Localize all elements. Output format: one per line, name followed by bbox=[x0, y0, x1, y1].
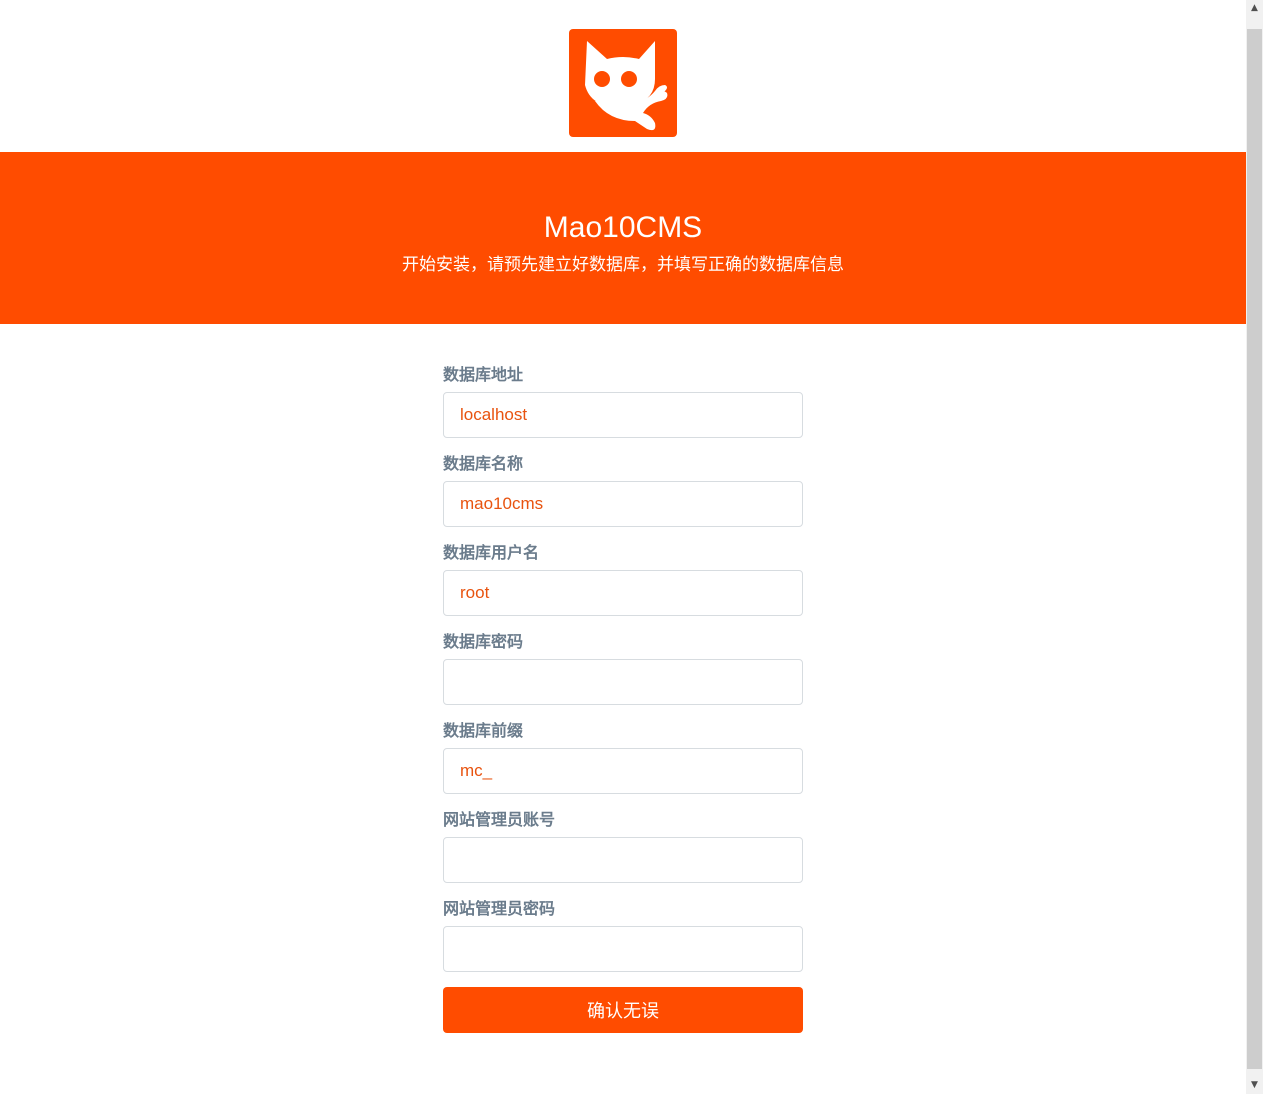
field-label: 网站管理员账号 bbox=[443, 810, 556, 829]
db-name-input[interactable] bbox=[443, 481, 803, 527]
confirm-button[interactable]: 确认无误 bbox=[443, 987, 803, 1033]
field-db-host: 数据库地址 bbox=[443, 362, 803, 451]
field-label: 数据库前缀 bbox=[443, 721, 524, 740]
page-content: Mao10CMS 开始安装，请预先建立好数据库，并填写正确的数据库信息 数据库地… bbox=[0, 0, 1246, 1094]
db-host-input[interactable] bbox=[443, 392, 803, 438]
field-label: 数据库地址 bbox=[443, 365, 524, 384]
db-prefix-input[interactable] bbox=[443, 748, 803, 794]
install-form: 数据库地址 数据库名称 数据库用户名 数据库密码 数据库前缀 网站管理员账号 bbox=[443, 362, 803, 1033]
admin-password-input[interactable] bbox=[443, 926, 803, 972]
scroll-down-arrow-icon[interactable]: ▼ bbox=[1246, 1077, 1263, 1094]
field-db-prefix: 数据库前缀 bbox=[443, 718, 803, 807]
field-db-user: 数据库用户名 bbox=[443, 540, 803, 629]
scrollbar-thumb[interactable] bbox=[1247, 29, 1262, 1069]
install-page: Mao10CMS 开始安装，请预先建立好数据库，并填写正确的数据库信息 数据库地… bbox=[0, 0, 1263, 1094]
vertical-scrollbar[interactable]: ▲ ▼ bbox=[1246, 0, 1263, 1094]
field-admin-account: 网站管理员账号 bbox=[443, 807, 803, 896]
field-db-name: 数据库名称 bbox=[443, 451, 803, 540]
field-label: 数据库名称 bbox=[443, 454, 524, 473]
field-db-password: 数据库密码 bbox=[443, 629, 803, 718]
field-label: 数据库密码 bbox=[443, 632, 524, 651]
page-title: Mao10CMS bbox=[543, 211, 703, 244]
field-label: 数据库用户名 bbox=[443, 543, 540, 562]
field-label: 网站管理员密码 bbox=[443, 899, 556, 918]
scroll-up-arrow-icon[interactable]: ▲ bbox=[1246, 0, 1263, 17]
db-user-input[interactable] bbox=[443, 570, 803, 616]
admin-account-input[interactable] bbox=[443, 837, 803, 883]
page-subtitle: 开始安装，请预先建立好数据库，并填写正确的数据库信息 bbox=[402, 255, 844, 275]
db-password-input[interactable] bbox=[443, 659, 803, 705]
cat-logo-icon bbox=[569, 29, 677, 137]
field-admin-password: 网站管理员密码 bbox=[443, 896, 803, 985]
logo bbox=[569, 29, 677, 137]
